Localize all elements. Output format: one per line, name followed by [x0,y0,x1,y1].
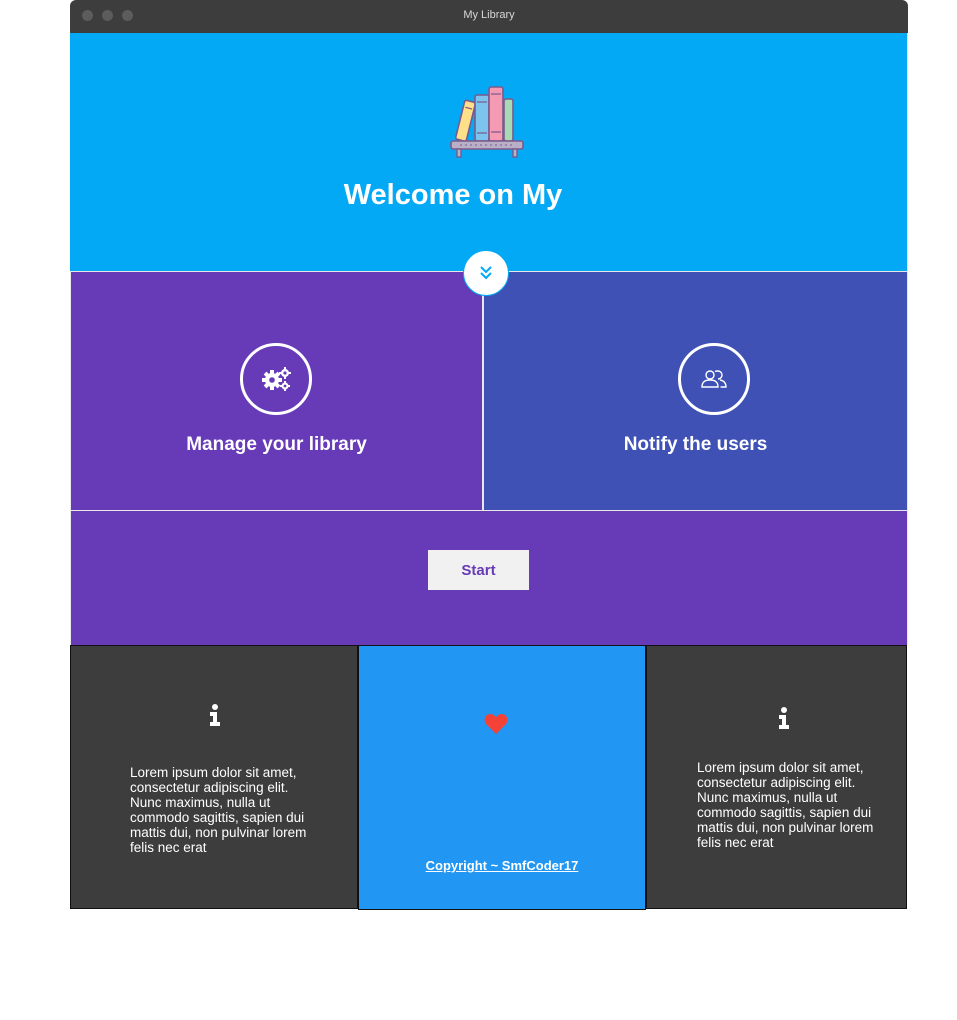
feature-notify-users: Notify the users [483,271,908,511]
footer-left-column: Lorem ipsum dolor sit amet, consectetur … [70,645,358,909]
notify-icon-circle [678,343,750,415]
title-bar: My Library [70,0,908,33]
hero-title: Welcome on My [343,179,563,211]
manage-library-label: Manage your library [186,434,367,455]
double-chevron-down-icon [480,266,492,280]
notify-users-label: Notify the users [623,434,768,455]
manage-icon-circle [240,343,312,415]
feature-manage-library: Manage your library [70,271,483,511]
footer-center-column: Copyright ~ SmfCoder17 [358,645,646,910]
heart-icon [484,713,508,734]
window-title: My Library [463,9,515,21]
info-icon [779,707,789,729]
footer-left-text: Lorem ipsum dolor sit amet, consectetur … [130,765,307,855]
users-icon [701,370,727,388]
start-section: Start [70,511,908,645]
scroll-down-button[interactable] [463,250,509,296]
footer-right-text: Lorem ipsum dolor sit amet, consectetur … [697,760,874,850]
app-window: My Library Welcome on My Manage your lib… [70,0,908,910]
bookshelf-icon [450,86,524,158]
info-icon [210,704,220,726]
copyright-link[interactable]: Copyright ~ SmfCoder17 [359,858,645,873]
gears-icon [262,367,291,391]
hero-section: Welcome on My [70,33,908,271]
start-button[interactable]: Start [428,550,529,590]
footer-right-column: Lorem ipsum dolor sit amet, consectetur … [646,645,907,909]
